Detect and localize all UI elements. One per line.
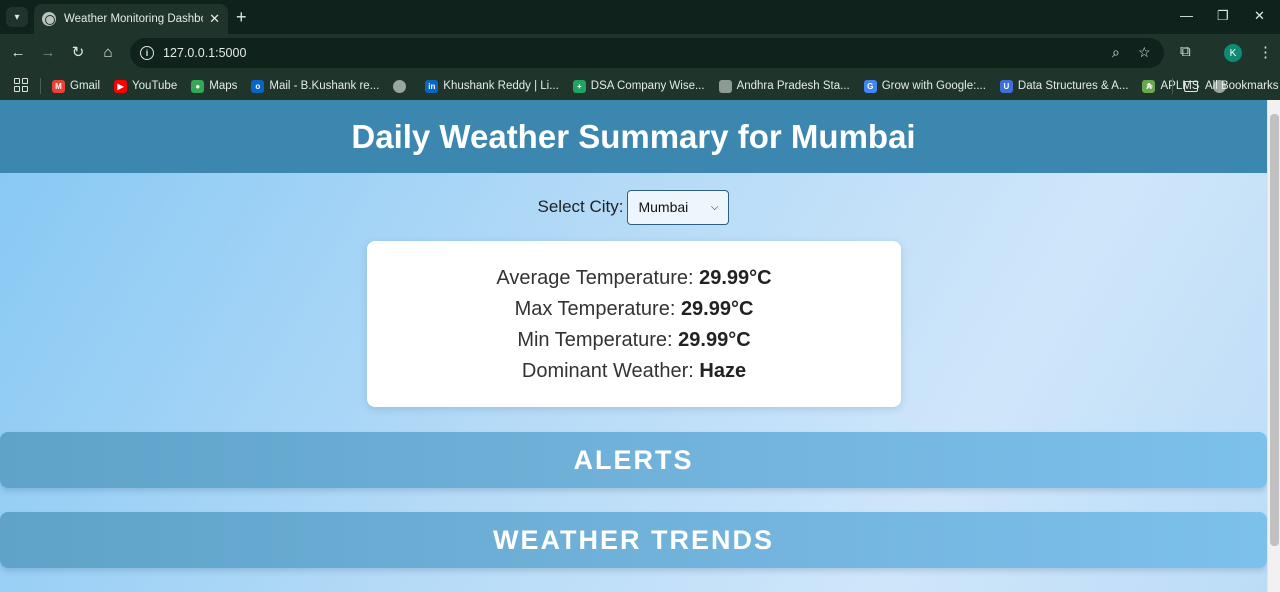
bookmark-item[interactable]: Andhra Pradesh Sta... (718, 79, 850, 93)
alerts-section-header[interactable]: ALERTS (0, 432, 1267, 488)
city-label: Select City: (537, 197, 624, 216)
back-icon[interactable]: ← (8, 43, 28, 63)
menu-icon[interactable]: ⋮ (1258, 43, 1273, 61)
bookmark-label: YouTube (132, 80, 178, 92)
maps-icon: ● (191, 79, 205, 93)
average-temperature: Average Temperature: 29.99°C (367, 265, 901, 296)
bookmark-label: Grow with Google:... (881, 80, 986, 92)
tab-title: Weather Monitoring Dashboard (64, 13, 203, 25)
globe-icon (42, 12, 56, 26)
city-select-value: Mumbai (638, 199, 689, 215)
page-scrollbar[interactable] (1267, 100, 1280, 592)
city-selector-row: Select City: Mumbai ⌵ (0, 189, 1267, 225)
page-header: Daily Weather Summary for Mumbai (0, 100, 1267, 173)
bookmark-label: Data Structures & A... (1017, 80, 1129, 92)
extensions-icon[interactable]: ⧉ (1180, 43, 1191, 60)
address-bar[interactable]: i 127.0.0.1:5000 ⌕ ☆ (130, 38, 1164, 68)
outlook-icon: o (251, 79, 265, 93)
new-tab-icon[interactable]: + (236, 7, 247, 27)
min-temperature: Min Temperature: 29.99°C (367, 327, 901, 358)
bookmark-label: Mail - B.Kushank re... (269, 80, 380, 92)
gmail-icon: M (52, 79, 65, 93)
apps-icon[interactable] (14, 78, 28, 92)
max-temperature-value: 29.99°C (680, 298, 754, 320)
browser-toolbar: ← → ↻ ⌂ i 127.0.0.1:5000 ⌕ ☆ ⧉ K ⋮ (0, 34, 1280, 72)
bookmark-label: Andhra Pradesh Sta... (736, 80, 850, 92)
tab-strip: ▾ Weather Monitoring Dashboard ✕ + — ❐ ✕ (0, 0, 1280, 34)
bookmark-item[interactable]: U Data Structures & A... (999, 79, 1129, 93)
linkedin-icon: in (425, 79, 439, 93)
browser-tab[interactable]: Weather Monitoring Dashboard ✕ (34, 4, 228, 34)
bookmark-item[interactable]: ● Maps (191, 79, 238, 93)
bookmark-label: Khushank Reddy | Li... (443, 80, 559, 92)
bookmark-label: Maps (209, 80, 238, 92)
min-temperature-value: 29.99°C (678, 329, 751, 351)
bookmark-item[interactable]: + DSA Company Wise... (572, 79, 705, 93)
bookmark-item[interactable]: o Mail - B.Kushank re... (251, 79, 380, 93)
bookmark-item[interactable]: ▶ YouTube (114, 79, 178, 93)
bookmark-label: Gmail (70, 80, 101, 92)
google-icon: G (863, 79, 877, 93)
url-text: 127.0.0.1:5000 (163, 46, 247, 60)
bookmark-item[interactable]: in Khushank Reddy | Li... (425, 79, 559, 93)
weather-trends-section-header[interactable]: WEATHER TRENDS (0, 512, 1267, 568)
all-bookmarks-button[interactable]: All Bookmarks (1184, 72, 1279, 100)
youtube-icon: ▶ (114, 79, 128, 93)
dominant-weather-value: Haze (699, 360, 747, 382)
bookmark-item[interactable]: M Gmail (52, 79, 101, 93)
minimize-icon[interactable]: — (1180, 8, 1193, 23)
home-icon[interactable]: ⌂ (98, 43, 118, 63)
page-title: Daily Weather Summary for Mumbai (351, 117, 916, 155)
average-temperature-value: 29.99°C (699, 267, 772, 289)
close-icon[interactable]: ✕ (209, 11, 220, 27)
alerts-title: ALERTS (573, 444, 694, 475)
close-window-icon[interactable]: ✕ (1254, 8, 1265, 24)
scrollbar-thumb[interactable] (1270, 114, 1279, 546)
bookmarks-divider (1172, 78, 1173, 94)
weather-summary-card: Average Temperature: 29.99°C Max Tempera… (367, 241, 901, 407)
image-icon (718, 79, 732, 93)
bookmarks-divider (40, 78, 41, 94)
weather-trends-title: WEATHER TRENDS (493, 524, 774, 555)
max-temperature-label: Max Temperature: (514, 298, 676, 320)
restore-icon[interactable]: ❐ (1217, 8, 1229, 24)
bookmark-item[interactable] (393, 79, 411, 93)
all-bookmarks-label: All Bookmarks (1205, 80, 1279, 92)
max-temperature: Max Temperature: 29.99°C (367, 296, 901, 327)
min-temperature-label: Min Temperature: (517, 329, 673, 351)
udemy-icon: U (999, 79, 1013, 93)
bookmark-list: M Gmail ▶ YouTube ● Maps o Mail - B.Kushank re.… (52, 72, 1245, 100)
profile-avatar[interactable]: K (1224, 44, 1242, 62)
city-select[interactable]: Mumbai ⌵ (627, 189, 730, 225)
folder-icon (1184, 80, 1198, 92)
bookmark-item[interactable]: G Grow with Google:... (863, 79, 986, 93)
average-temperature-label: Average Temperature: (496, 267, 694, 289)
chevron-down-icon: ⌵ (710, 201, 719, 213)
forward-icon[interactable]: → (38, 43, 58, 63)
globe-icon (393, 79, 407, 93)
bookmarks-bar: M Gmail ▶ YouTube ● Maps o Mail - B.Kushank re.… (0, 72, 1280, 100)
dominant-weather: Dominant Weather: Haze (367, 358, 901, 389)
reload-icon[interactable]: ↻ (68, 43, 88, 63)
tab-search-icon[interactable]: ▾ (6, 7, 28, 27)
info-icon[interactable]: i (140, 46, 154, 60)
page-viewport: Daily Weather Summary for Mumbai Select … (0, 100, 1267, 592)
dominant-weather-label: Dominant Weather: (521, 360, 694, 382)
bookmark-star-icon[interactable]: ☆ (1138, 44, 1151, 61)
zoom-icon[interactable]: ⌕ (1112, 44, 1120, 61)
more-bookmarks-icon[interactable]: » (1146, 78, 1153, 93)
sheets-icon: + (572, 79, 586, 93)
bookmark-label: DSA Company Wise... (590, 80, 705, 92)
